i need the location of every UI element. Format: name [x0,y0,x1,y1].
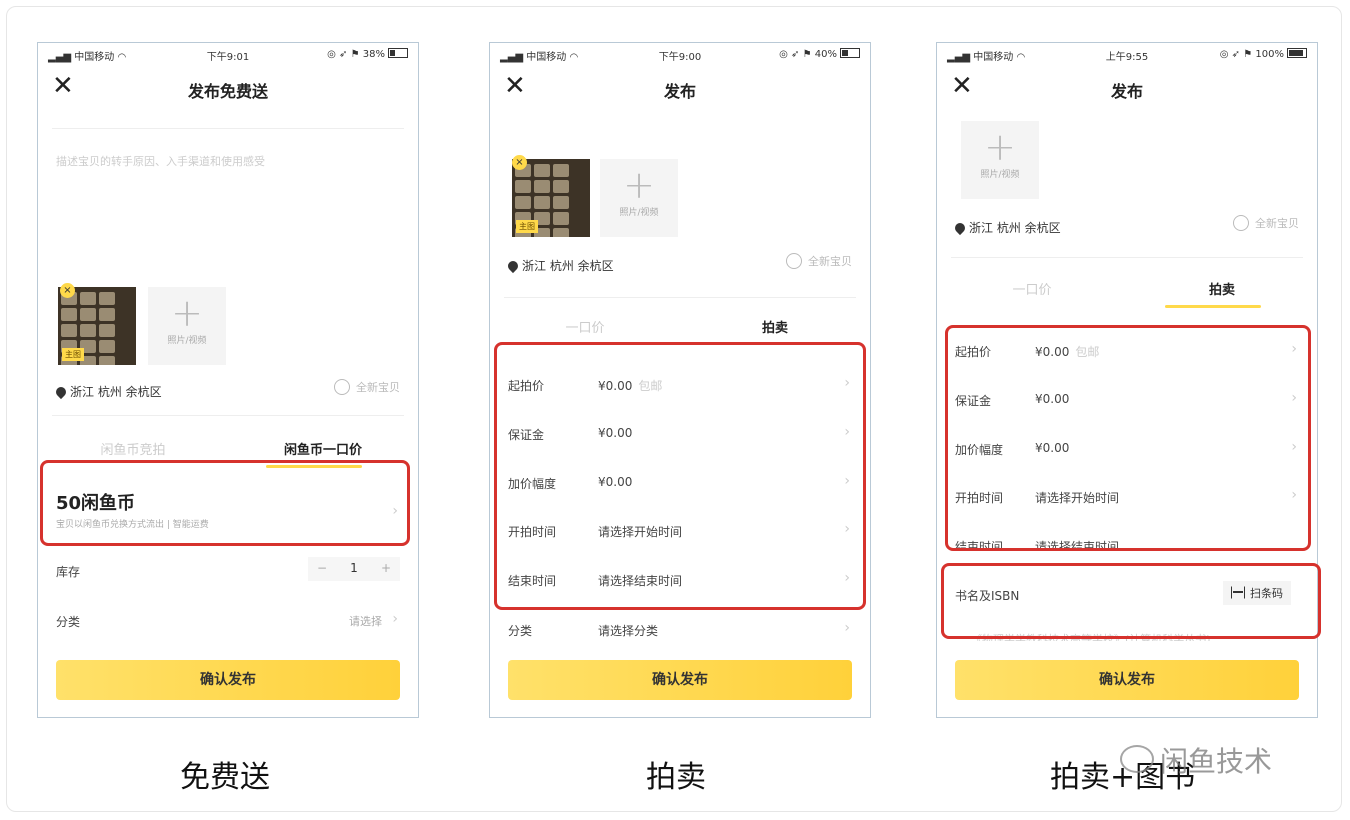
quantity-value: 1 [350,561,358,575]
status-icons: ◎ ➶ ⚑ [1219,49,1253,60]
radio-icon [1233,215,1249,231]
divider [504,297,856,298]
confirm-publish-button[interactable]: 确认发布 [56,660,400,700]
watermark-text: 闲鱼技术 [1160,745,1273,778]
tab-auction[interactable]: 拍卖 [1127,279,1317,298]
photo-thumbnail[interactable]: 主图 [58,287,136,365]
add-photo-button[interactable]: + 照片/视频 [600,159,678,237]
tab-coin-fixed-price[interactable]: 闲鱼币一口价 [228,439,418,458]
category-row[interactable]: 分类 请选择 › [52,597,404,645]
row-label: 分类 [508,624,533,638]
battery-icon [388,48,408,58]
page-title: 发布 [663,82,696,101]
watermark: 闲鱼技术 [1120,740,1272,780]
delete-photo-icon[interactable]: × [512,155,527,170]
new-item-toggle[interactable]: 全新宝贝 [334,379,400,395]
radio-icon [786,253,802,269]
photo-thumbnail[interactable]: 主图 [512,159,590,237]
nav-bar: ✕ 发布 [490,65,870,113]
page-title: 发布 [1110,82,1143,101]
delete-photo-icon[interactable]: × [60,283,75,298]
tab-coin-auction[interactable]: 闲鱼币竞拍 [38,439,228,458]
battery-percent: 40% [814,49,837,60]
location[interactable]: 浙江 杭州 余杭区 [505,257,614,274]
radio-icon [334,379,350,395]
status-icons: ◎ ➶ ⚑ [327,49,360,60]
plus-icon: + [984,125,1016,169]
main-image-tag: 主图 [516,220,538,233]
stock-label: 库存 [56,565,81,579]
minus-button[interactable]: − [310,561,334,575]
status-icons: ◎ ➶ ⚑ [779,49,812,60]
new-item-label: 全新宝贝 [356,381,400,394]
add-photo-button[interactable]: + 照片/视频 [961,121,1039,199]
chevron-right-icon: › [844,620,850,636]
tab-auction[interactable]: 拍卖 [680,317,870,336]
new-item-toggle[interactable]: 全新宝贝 [1233,215,1299,231]
battery-percent: 38% [362,49,385,60]
divider [52,415,404,416]
add-photo-button[interactable]: + 照片/视频 [148,287,226,365]
chevron-right-icon: › [392,611,398,627]
category-value: 请选择 [349,615,382,628]
page-title: 发布免费送 [187,82,268,101]
plus-button[interactable]: + [374,561,398,575]
location[interactable]: 浙江 杭州 余杭区 [952,219,1061,236]
location-pin-icon [952,220,968,236]
location-pin-icon [505,258,521,274]
divider [52,128,404,129]
caption-free: 免费送 [180,760,270,795]
stock-row: 库存 − 1 + [52,547,404,595]
status-bar: ▂▄▆ 中国移动 ◠ 上午9:55 ◎ ➶ ⚑ 100% [937,43,1317,65]
location-text: 浙江 杭州 余杭区 [522,259,614,273]
wechat-icon [1120,745,1154,773]
row-value: 请选择分类 [598,624,659,638]
main-image-tag: 主图 [62,348,84,361]
nav-bar: ✕ 发布免费送 [38,65,418,113]
add-photo-label: 照片/视频 [619,208,659,218]
location-text: 浙江 杭州 余杭区 [70,385,162,399]
new-item-label: 全新宝贝 [1255,217,1299,230]
location-pin-icon [53,384,69,400]
status-bar: ▂▄▆ 中国移动 ◠ 下午9:00 ◎ ➶ ⚑ 40% [490,43,870,65]
add-photo-label: 照片/视频 [167,336,207,346]
confirm-publish-button[interactable]: 确认发布 [955,660,1299,700]
add-photo-label: 照片/视频 [980,170,1020,180]
quantity-stepper[interactable]: − 1 + [308,557,400,581]
phone-free-giveaway: ▂▄▆ 中国移动 ◠ 下午9:01 ◎ ➶ ⚑ 38% ✕ 发布免费送 描述宝贝… [37,42,419,718]
plus-icon: + [623,163,655,207]
tab-underline [1165,305,1261,308]
tab-fixed-price[interactable]: 一口价 [490,317,680,336]
category-label: 分类 [56,615,81,629]
caption-auction: 拍卖 [646,760,706,795]
location[interactable]: 浙江 杭州 余杭区 [53,383,162,400]
battery-icon [1287,48,1307,58]
battery-percent: 100% [1255,49,1284,60]
divider [951,257,1303,258]
status-bar: ▂▄▆ 中国移动 ◠ 下午9:01 ◎ ➶ ⚑ 38% [38,43,418,65]
description-input[interactable]: 描述宝贝的转手原因、入手渠道和使用感受 [56,153,265,169]
battery-icon [840,48,860,58]
highlight-coin-price [40,460,410,546]
plus-icon: + [171,291,203,335]
highlight-auction-fields [945,325,1311,551]
new-item-toggle[interactable]: 全新宝贝 [786,253,852,269]
nav-bar: ✕ 发布 [937,65,1317,113]
highlight-isbn [941,563,1321,639]
confirm-publish-button[interactable]: 确认发布 [508,660,852,700]
new-item-label: 全新宝贝 [808,255,852,268]
tab-fixed-price[interactable]: 一口价 [937,279,1127,298]
highlight-auction-fields [494,342,866,610]
auction-row-category[interactable]: 分类 请选择分类 › [504,606,856,654]
location-text: 浙江 杭州 余杭区 [969,221,1061,235]
